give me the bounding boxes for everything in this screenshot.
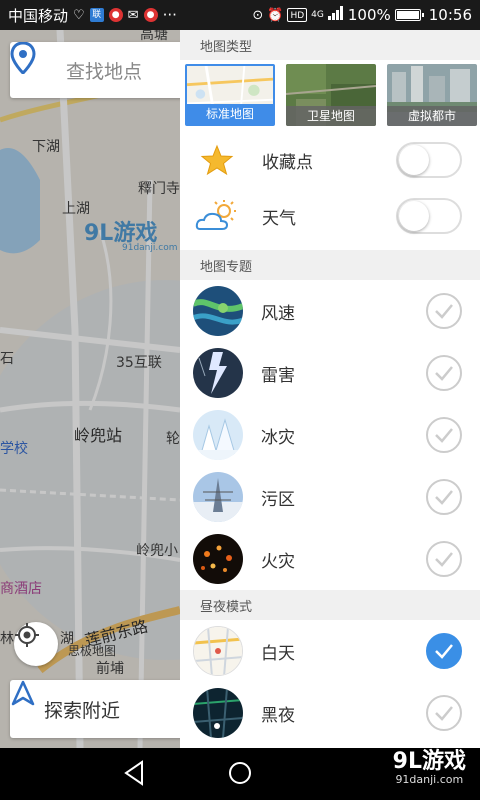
map-type-label: 卫星地图 <box>286 106 376 126</box>
site-watermark: 9L游戏 91danji.com <box>393 750 466 786</box>
toggle-knob <box>399 201 429 231</box>
topic-label: 风速 <box>261 303 295 324</box>
wind-speed-icon <box>193 286 243 336</box>
heart-icon: ♡ <box>73 7 85 23</box>
map-type-label: 虚拟都市 <box>387 106 477 126</box>
topic-row-wind[interactable]: 风速 <box>180 280 480 342</box>
checkmark-icon <box>435 304 453 319</box>
mode-row-day[interactable]: 白天 <box>180 620 480 682</box>
topic-label: 污区 <box>261 489 295 510</box>
topic-label: 火灾 <box>261 551 295 572</box>
topic-row-lightning[interactable]: 雷害 <box>180 342 480 404</box>
carrier-label: 中国移动 <box>8 6 69 25</box>
lightning-icon <box>193 348 243 398</box>
weather-row: 天气 <box>180 188 480 244</box>
checkmark-icon <box>435 490 453 505</box>
weather-icon <box>192 191 242 241</box>
watermark-sub: 91danji.com <box>395 773 464 786</box>
mode-label: 黑夜 <box>261 705 295 726</box>
checkmark-icon <box>435 428 453 443</box>
topic-row-ice[interactable]: 冰灾 <box>180 404 480 466</box>
watermark-text: 9L游戏 <box>392 749 466 774</box>
toggle-knob <box>399 145 429 175</box>
topic-check[interactable] <box>426 541 462 577</box>
checkmark-icon <box>435 706 453 721</box>
battery-icon <box>394 9 424 21</box>
battery-percent: 100% <box>347 6 391 24</box>
section-header-map-topic: 地图专题 <box>180 250 480 280</box>
mode-check[interactable] <box>426 633 462 669</box>
topic-check[interactable] <box>426 479 462 515</box>
map-type-satellite[interactable]: 卫星地图 <box>286 64 376 126</box>
network-type-label: 4G <box>311 10 324 20</box>
topic-row-fire[interactable]: 火灾 <box>180 528 480 590</box>
topic-label: 冰灾 <box>261 427 295 448</box>
topic-row-pollution[interactable]: 污区 <box>180 466 480 528</box>
favorites-row: 收藏点 <box>180 132 480 188</box>
night-map-icon <box>193 688 243 738</box>
mode-check[interactable] <box>426 695 462 731</box>
app-badge-icon: 联 <box>89 8 104 22</box>
weibo-icon: ● <box>108 8 123 22</box>
locate-button[interactable] <box>14 622 58 666</box>
search-placeholder: 查找地点 <box>66 60 143 83</box>
topic-label: 雷害 <box>261 365 295 386</box>
map-settings-drawer: 地图类型 标准地图 卫星地图 虚拟都市 收藏点 天气 地图专题 风速 雷害 冰灾… <box>180 30 480 748</box>
section-header-day-night: 昼夜模式 <box>180 590 480 620</box>
checkmark-icon <box>435 644 453 659</box>
fire-icon <box>193 534 243 584</box>
star-icon <box>192 135 242 185</box>
status-bar: 中国移动 ♡ 联 ● ✉ ● ··· ⊙ ⏰ HD 4G 100% 10:56 <box>0 0 480 30</box>
topic-check[interactable] <box>426 293 462 329</box>
favorites-toggle[interactable] <box>396 142 462 178</box>
system-nav-bar: 9L游戏 91danji.com <box>0 748 480 800</box>
explore-nearby-label: 探索附近 <box>44 699 121 722</box>
back-icon[interactable] <box>122 760 146 790</box>
checkmark-icon <box>435 366 453 381</box>
map-type-virtual-city[interactable]: 虚拟都市 <box>387 64 477 126</box>
location-pin-icon: ⊙ <box>252 7 264 23</box>
section-header-map-type: 地图类型 <box>180 30 480 60</box>
clock: 10:56 <box>428 6 472 24</box>
map-type-standard[interactable]: 标准地图 <box>185 64 275 126</box>
map-type-selector: 标准地图 卫星地图 虚拟都市 <box>180 60 480 132</box>
mode-label: 白天 <box>261 643 295 664</box>
more-notifications-icon: ··· <box>162 6 177 24</box>
pollution-zone-icon <box>193 472 243 522</box>
location-app-icon: ● <box>143 8 158 22</box>
signal-icon <box>327 6 344 24</box>
favorites-label: 收藏点 <box>262 152 313 173</box>
map-type-label: 标准地图 <box>187 104 273 124</box>
day-map-icon <box>193 626 243 676</box>
mail-icon: ✉ <box>127 7 139 23</box>
checkmark-icon <box>435 552 453 567</box>
topic-check[interactable] <box>426 417 462 453</box>
alarm-icon: ⏰ <box>267 7 284 23</box>
weather-label: 天气 <box>262 208 296 229</box>
weather-toggle[interactable] <box>396 198 462 234</box>
topic-check[interactable] <box>426 355 462 391</box>
ice-disaster-icon <box>193 410 243 460</box>
home-icon[interactable] <box>228 760 252 790</box>
hd-icon: HD <box>287 8 308 22</box>
mode-row-night[interactable]: 黑夜 <box>180 682 480 744</box>
